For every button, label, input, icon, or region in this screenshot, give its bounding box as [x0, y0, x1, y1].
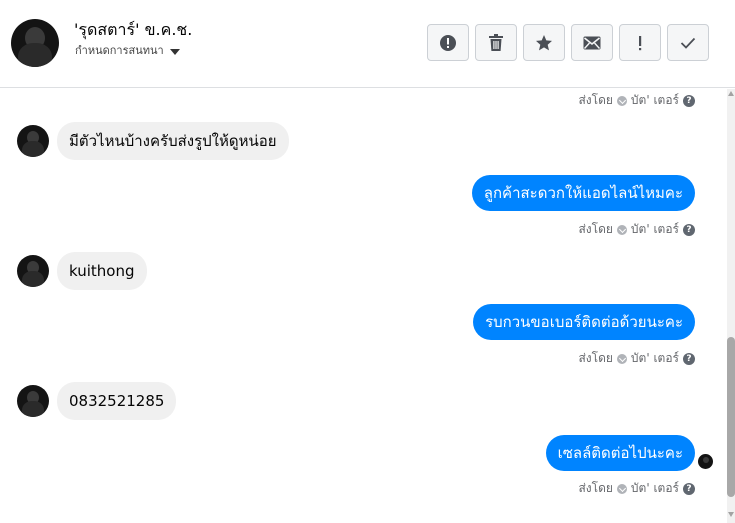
done-button[interactable] [667, 24, 709, 61]
check-circle-icon [616, 95, 627, 106]
message-row-incoming: 0832521285 [17, 382, 177, 420]
sent-by-meta: ส่งโดย บัต' เตอร์ ? [578, 91, 695, 110]
sender-name[interactable]: บัต' เตอร์ [631, 91, 679, 110]
sender-name[interactable]: บัต' เตอร์ [631, 220, 679, 239]
exclamation-icon [639, 35, 642, 50]
sent-by-meta: ส่งโดย บัต' เตอร์ ? [578, 349, 695, 368]
contact-avatar[interactable] [17, 125, 49, 157]
message-row-incoming: มีตัวไหนบ้างครับส่งรูปให้ดูหน่อย [17, 122, 289, 160]
star-button[interactable] [523, 24, 565, 61]
message-bubble-outgoing[interactable]: เซลล์ติดต่อไปนะคะ [545, 435, 695, 471]
delete-button[interactable] [475, 24, 517, 61]
message-bubble-outgoing[interactable]: รบกวนขอเบอร์ติดต่อด้วยนะคะ [473, 304, 695, 340]
help-icon[interactable]: ? [683, 94, 695, 107]
envelope-icon [583, 36, 601, 49]
check-icon [680, 37, 696, 49]
message-thread: ส่งโดย บัต' เตอร์ ? มีตัวไหนบ้างครับส่งร… [0, 89, 727, 523]
scroll-up-arrow-icon[interactable] [728, 91, 734, 96]
message-bubble-outgoing[interactable]: ลูกค้าสะดวกให้แอดไลน์ไหมคะ [471, 175, 695, 211]
check-circle-icon [616, 224, 627, 235]
scroll-down-arrow-icon[interactable] [728, 512, 734, 517]
mark-unread-button[interactable] [571, 24, 613, 61]
trash-icon [489, 33, 503, 51]
help-icon[interactable]: ? [683, 223, 695, 236]
conversation-settings-label: กำหนดการสนทนา [75, 44, 164, 57]
message-bubble[interactable]: มีตัวไหนบ้างครับส่งรูปให้ดูหน่อย [57, 122, 289, 160]
caret-down-icon [169, 49, 180, 55]
scrollbar[interactable] [727, 89, 735, 523]
check-circle-icon [616, 353, 627, 364]
seen-avatar [698, 454, 713, 469]
message-bubble[interactable]: kuithong [57, 252, 147, 290]
star-icon [536, 34, 552, 50]
scrollbar-thumb[interactable] [727, 337, 735, 497]
sent-by-meta: ส่งโดย บัต' เตอร์ ? [578, 220, 695, 239]
alert-circle-icon [440, 34, 456, 51]
conversation-header: 'รุดสตาร์' ข.ค.ช. กำหนดการสนทนา [0, 0, 735, 88]
report-button[interactable] [427, 24, 469, 61]
contact-avatar[interactable] [11, 19, 59, 67]
help-icon[interactable]: ? [683, 352, 695, 365]
sender-name[interactable]: บัต' เตอร์ [631, 349, 679, 368]
contact-avatar[interactable] [17, 385, 49, 417]
sender-name[interactable]: บัต' เตอร์ [631, 479, 679, 498]
check-circle-icon [616, 483, 627, 494]
spam-button[interactable] [619, 24, 661, 61]
message-bubble[interactable]: 0832521285 [57, 382, 177, 420]
contact-name[interactable]: 'รุดสตาร์' ข.ค.ช. [74, 20, 192, 40]
conversation-settings-dropdown[interactable]: กำหนดการสนทนา [75, 44, 180, 58]
contact-avatar[interactable] [17, 255, 49, 287]
sent-by-meta: ส่งโดย บัต' เตอร์ ? [578, 479, 695, 498]
message-row-incoming: kuithong [17, 252, 147, 290]
help-icon[interactable]: ? [683, 482, 695, 495]
